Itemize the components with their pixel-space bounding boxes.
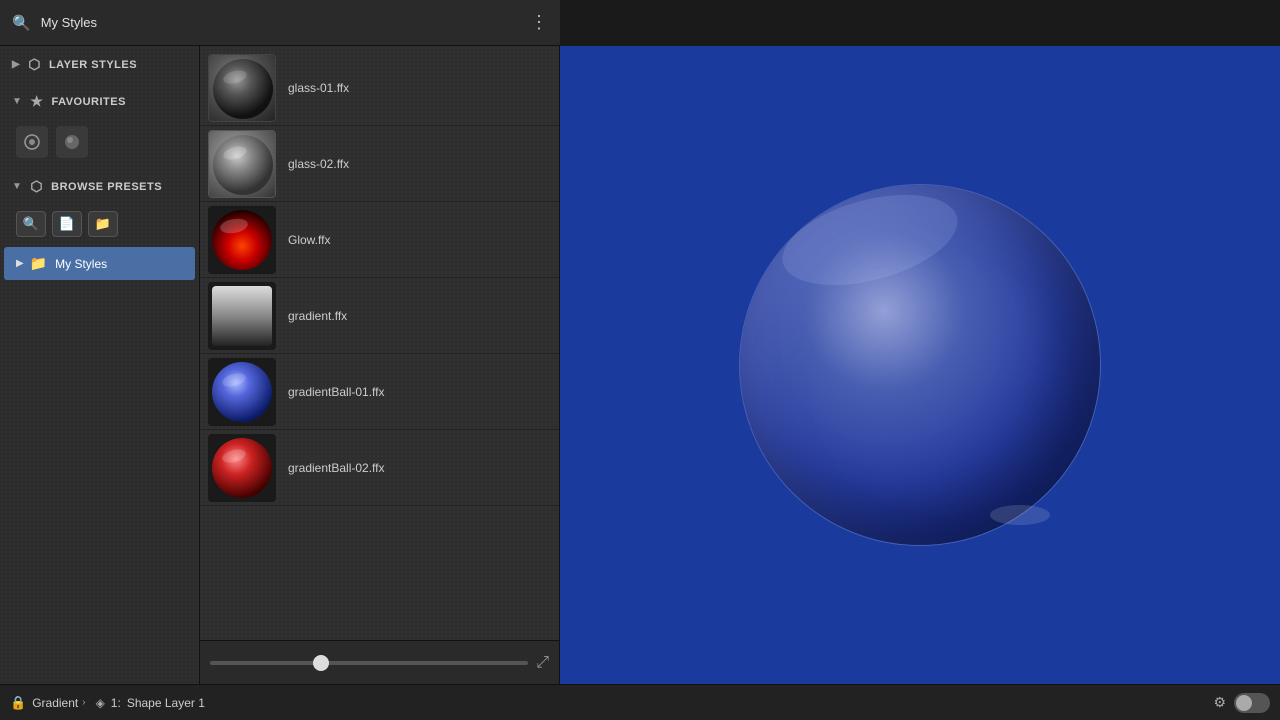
- status-bar-right: ⚙: [1213, 693, 1270, 713]
- chevron-down-icon: ▼: [12, 96, 22, 107]
- preset-item-glass02[interactable]: glass-02.ffx: [200, 126, 559, 202]
- menu-icon[interactable]: ⋮: [530, 12, 548, 33]
- layer-styles-label: LAYER STYLES: [49, 59, 137, 71]
- sidebar-item-my-styles[interactable]: ▶ 📁 My Styles: [4, 247, 195, 280]
- presets-panel: glass-01.ffx: [200, 46, 560, 684]
- fav-icon-circle[interactable]: [56, 126, 88, 158]
- preset-name-gradball02: gradientBall-02.ffx: [288, 461, 385, 475]
- browse-presets-tools: 🔍 📄 📁: [0, 205, 199, 245]
- preset-thumb-gradball02: [208, 434, 276, 502]
- my-styles-label: My Styles: [55, 257, 107, 271]
- new-preset-button[interactable]: 📄: [52, 211, 82, 237]
- breadcrumb-gradient: Gradient: [32, 696, 78, 710]
- preset-thumb-glow: [208, 206, 276, 274]
- main-area: ▶ ⬡ LAYER STYLES ▼ ★ FAVOURITES: [0, 46, 1280, 684]
- presets-list: glass-01.ffx: [200, 46, 559, 640]
- preset-item-glass01[interactable]: glass-01.ffx: [200, 50, 559, 126]
- breadcrumb: Gradient ›: [32, 696, 85, 710]
- chevron-right-icon: ▶: [12, 59, 20, 70]
- size-slider-thumb[interactable]: [313, 655, 329, 671]
- preset-name-gradball01: gradientBall-01.ffx: [288, 385, 385, 399]
- layer-info: ◈ 1: Shape Layer 1: [96, 696, 205, 710]
- canvas-area: [560, 46, 1280, 684]
- status-bar: 🔒 Gradient › ◈ 1: Shape Layer 1 ⚙: [0, 684, 1280, 720]
- preset-thumb-gradient: [208, 282, 276, 350]
- browse-presets-label: BROWSE PRESETS: [51, 181, 162, 193]
- presets-footer: ⤢: [200, 640, 559, 684]
- header: 🔍 My Styles ⋮: [0, 0, 560, 46]
- preset-name-glass01: glass-01.ffx: [288, 81, 349, 95]
- preset-thumb-glass02: [208, 130, 276, 198]
- breadcrumb-chevron-icon: ›: [82, 697, 85, 708]
- sidebar: ▶ ⬡ LAYER STYLES ▼ ★ FAVOURITES: [0, 46, 200, 684]
- preset-name-glass02: glass-02.ffx: [288, 157, 349, 171]
- layer-styles-icon: ⬡: [28, 56, 41, 73]
- header-title: My Styles: [41, 15, 530, 30]
- browse-presets-icon: ⬡: [30, 178, 43, 195]
- lock-icon[interactable]: 🔒: [10, 695, 26, 711]
- preset-item-gradball01[interactable]: gradientBall-01.ffx: [200, 354, 559, 430]
- preview-sphere: [740, 185, 1100, 545]
- sidebar-item-layer-styles[interactable]: ▶ ⬡ LAYER STYLES: [0, 46, 199, 83]
- ms-folder-icon: 📁: [30, 255, 47, 272]
- size-slider-track[interactable]: [210, 661, 528, 665]
- preset-item-gradient[interactable]: gradient.ffx: [200, 278, 559, 354]
- sidebar-item-browse-presets[interactable]: ▼ ⬡ BROWSE PRESETS: [0, 168, 199, 205]
- fav-icon-shape[interactable]: [16, 126, 48, 158]
- ms-chevron-icon: ▶: [16, 258, 24, 269]
- layer-name: Shape Layer 1: [127, 696, 205, 710]
- favourites-star-icon: ★: [30, 93, 43, 110]
- preset-item-gradball02[interactable]: gradientBall-02.ffx: [200, 430, 559, 506]
- chevron-down-icon-2: ▼: [12, 181, 22, 192]
- toggle-knob: [1236, 695, 1252, 711]
- resize-icon[interactable]: ⤢: [536, 654, 549, 672]
- layer-number: 1:: [111, 696, 121, 710]
- favourites-label: FAVOURITES: [51, 96, 125, 108]
- preset-name-glow: Glow.ffx: [288, 233, 330, 247]
- favourites-icons-row: [0, 120, 199, 168]
- preset-thumb-gradball01: [208, 358, 276, 426]
- folder-preset-button[interactable]: 📁: [88, 211, 118, 237]
- settings-icon[interactable]: ⚙: [1213, 694, 1226, 711]
- preset-thumb-glass01: [208, 54, 276, 122]
- shape-layer-icon: ◈: [96, 696, 105, 710]
- search-presets-button[interactable]: 🔍: [16, 211, 46, 237]
- sidebar-item-favourites[interactable]: ▼ ★ FAVOURITES: [0, 83, 199, 120]
- toggle-switch[interactable]: [1234, 693, 1270, 713]
- preset-name-gradient: gradient.ffx: [288, 309, 347, 323]
- search-icon[interactable]: 🔍: [12, 14, 31, 32]
- preset-item-glow[interactable]: Glow.ffx: [200, 202, 559, 278]
